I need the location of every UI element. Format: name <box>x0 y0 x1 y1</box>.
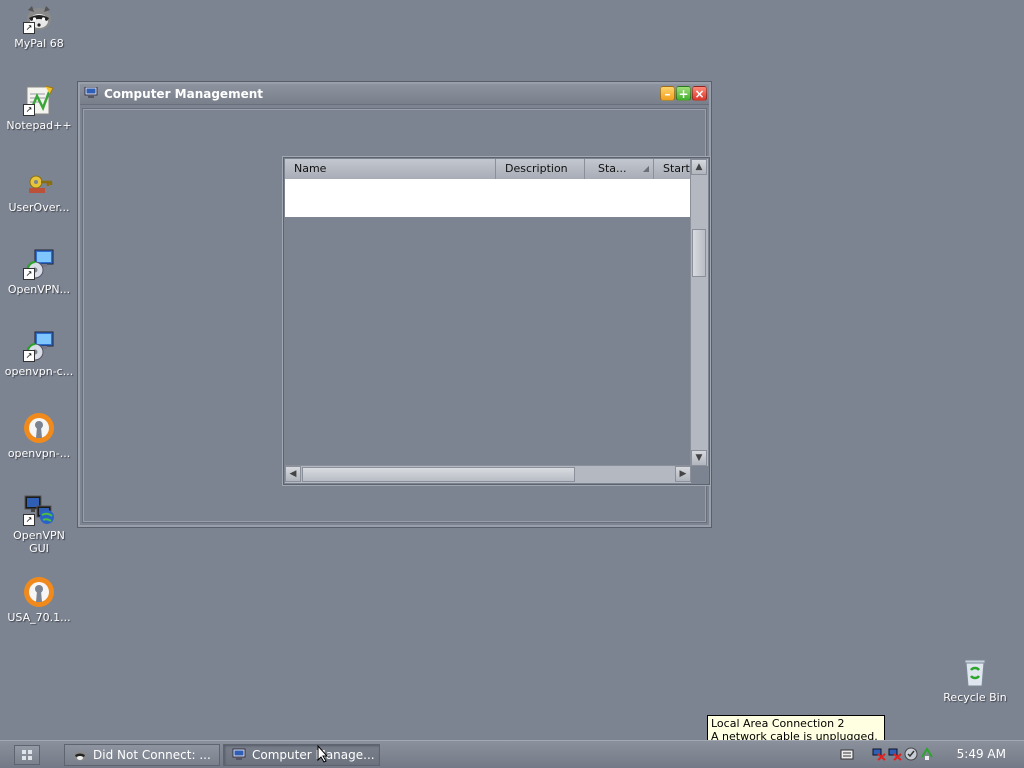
column-header-label: Start <box>663 162 690 175</box>
scroll-left-button[interactable]: ◀ <box>285 466 301 482</box>
horizontal-scrollbar[interactable]: ◀ ▶ <box>285 465 691 483</box>
column-header-label: Name <box>294 162 327 175</box>
close-button[interactable]: × <box>692 86 707 101</box>
recycle-bin-icon <box>959 656 991 688</box>
network-computer-icon: ↗ <box>23 494 55 526</box>
vertical-scroll-thumb[interactable] <box>692 229 706 277</box>
tooltip-title: Local Area Connection 2 <box>711 717 845 730</box>
desktop-icon-notepad[interactable]: ↗ Notepad++ <box>0 84 78 132</box>
taskbar-button-browser[interactable]: Did Not Connect: ... <box>64 744 220 766</box>
shortcut-arrow-icon: ↗ <box>23 22 35 34</box>
taskbar-clock[interactable]: 5:49 AM <box>957 747 1006 761</box>
sync-icon[interactable] <box>920 747 934 761</box>
list-row-blank[interactable] <box>285 179 691 217</box>
desktop-icon-label: OpenVPN... <box>7 283 71 296</box>
network-disconnected-icon[interactable] <box>888 747 902 761</box>
desktop-icon-label: USA_70.1... <box>7 611 71 624</box>
taskbar-button-computer-management[interactable]: Computer Manage... <box>223 744 380 766</box>
desktop-icon-label: Notepad++ <box>6 119 72 132</box>
installer-icon: ↗ <box>23 248 55 280</box>
desktop-icon-label: Recycle Bin <box>943 691 1007 704</box>
desktop-icon-usa-config[interactable]: USA_70.1... <box>0 576 78 624</box>
list-header: Name Description Sta... ◢ Start <box>285 159 691 180</box>
openvpn-icon <box>23 412 55 444</box>
system-tray: 5:49 AM <box>834 741 1024 768</box>
taskbar-button-label: Computer Manage... <box>252 748 375 762</box>
raccoon-icon <box>73 748 87 762</box>
desktop-icon-openvpn-gui[interactable]: ↗ OpenVPN GUI <box>0 494 78 555</box>
mouse-cursor-icon <box>317 745 329 763</box>
desktop-icon-userover[interactable]: UserOver... <box>0 166 78 214</box>
desktop-icon-label: MyPal 68 <box>14 37 64 50</box>
installer-icon: ↗ <box>23 330 55 362</box>
key-icon <box>23 166 55 198</box>
shortcut-arrow-icon: ↗ <box>23 268 35 280</box>
desktop-icon-openvpn-config[interactable]: ↗ openvpn-c... <box>0 330 78 378</box>
desktop-icon-label: openvpn-... <box>7 447 71 460</box>
shortcut-arrow-icon: ↗ <box>23 104 35 116</box>
security-shield-icon[interactable] <box>904 747 918 761</box>
vertical-scrollbar[interactable]: ▲ ▼ <box>690 159 708 466</box>
column-header-startup[interactable]: Start <box>654 159 691 179</box>
column-header-description[interactable]: Description <box>496 159 585 179</box>
shortcut-arrow-icon: ↗ <box>23 514 35 526</box>
horizontal-scroll-thumb[interactable] <box>302 467 575 482</box>
keyboard-icon[interactable] <box>840 747 854 761</box>
desktop-icon-mypal[interactable]: ↗ MyPal 68 <box>0 2 78 50</box>
scroll-right-button[interactable]: ▶ <box>675 466 691 482</box>
column-header-label: Sta... <box>598 162 627 175</box>
minimize-button[interactable]: – <box>660 86 675 101</box>
window-titlebar[interactable]: Computer Management – + × <box>80 84 709 105</box>
computer-icon <box>232 748 246 762</box>
desktop-icon-recycle-bin[interactable]: Recycle Bin <box>936 656 1014 704</box>
column-header-name[interactable]: Name <box>285 159 496 179</box>
desktop-icon-openvpn-installer[interactable]: ↗ OpenVPN... <box>0 248 78 296</box>
start-grid-icon <box>22 750 32 760</box>
notepad-plus-plus-icon: ↗ <box>23 84 55 116</box>
scroll-down-button[interactable]: ▼ <box>691 450 707 466</box>
scroll-corner <box>691 466 708 483</box>
desktop-icon-label: openvpn-c... <box>4 365 74 378</box>
desktop-icon-label: UserOver... <box>8 201 70 214</box>
start-button[interactable] <box>14 745 40 765</box>
taskbar-button-label: Did Not Connect: ... <box>93 748 211 762</box>
openvpn-icon <box>23 576 55 608</box>
maximize-button[interactable]: + <box>676 86 691 101</box>
column-header-status[interactable]: Sta... ◢ <box>585 159 654 179</box>
sort-arrow-icon: ◢ <box>642 164 649 173</box>
desktop-icon-label: OpenVPN GUI <box>13 529 65 555</box>
raccoon-icon: ↗ <box>23 2 55 34</box>
scroll-up-button[interactable]: ▲ <box>691 159 707 175</box>
taskbar: Did Not Connect: ... Computer Manage... … <box>0 740 1024 768</box>
shortcut-arrow-icon: ↗ <box>23 350 35 362</box>
desktop-icon-openvpn-file[interactable]: openvpn-... <box>0 412 78 460</box>
network-tooltip: Local Area Connection 2 A network cable … <box>707 715 885 743</box>
column-header-label: Description <box>505 162 568 175</box>
computer-icon <box>84 86 98 99</box>
network-disconnected-icon[interactable] <box>872 747 886 761</box>
window-title: Computer Management <box>104 87 263 101</box>
services-list-view[interactable]: Name Description Sta... ◢ Start ▲ ▼ ◀ ▶ <box>283 157 710 485</box>
